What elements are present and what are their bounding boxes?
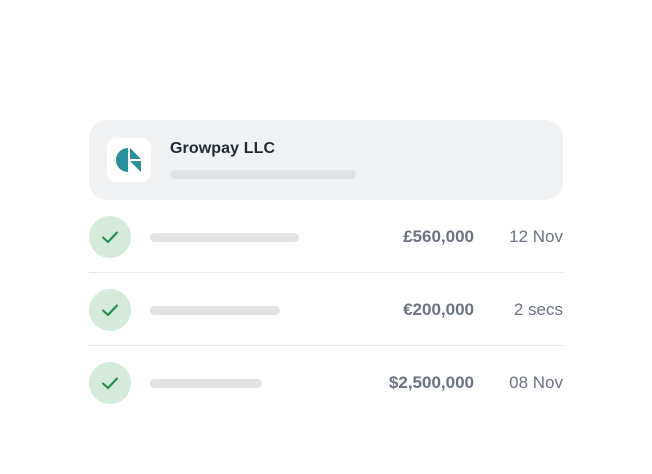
growpay-logo-icon bbox=[116, 148, 141, 172]
transaction-row[interactable]: $2,500,000 08 Nov bbox=[89, 346, 563, 419]
transaction-row[interactable]: €200,000 2 secs bbox=[89, 273, 563, 346]
transaction-description-placeholder bbox=[150, 379, 262, 388]
payments-widget: Growpay LLC £560,000 12 Nov €200,000 2 s… bbox=[0, 0, 652, 474]
success-status bbox=[89, 289, 131, 331]
check-icon bbox=[102, 304, 118, 316]
company-logo bbox=[107, 138, 151, 182]
success-status bbox=[89, 216, 131, 258]
transaction-description-placeholder bbox=[150, 233, 299, 242]
transaction-amount: £560,000 bbox=[403, 227, 474, 246]
check-icon bbox=[102, 377, 118, 389]
transaction-description-placeholder bbox=[150, 306, 280, 315]
transaction-time: 08 Nov bbox=[509, 373, 563, 392]
company-card[interactable]: Growpay LLC bbox=[89, 120, 563, 200]
transaction-time: 12 Nov bbox=[509, 227, 563, 246]
company-name: Growpay LLC bbox=[170, 140, 276, 157]
transaction-amount: €200,000 bbox=[403, 300, 474, 319]
company-detail-placeholder bbox=[170, 170, 356, 179]
transaction-list: £560,000 12 Nov €200,000 2 secs $2,500,0… bbox=[89, 200, 563, 419]
check-icon bbox=[102, 231, 118, 243]
success-status bbox=[89, 362, 131, 404]
transaction-time: 2 secs bbox=[513, 300, 563, 319]
transaction-row[interactable]: £560,000 12 Nov bbox=[89, 200, 563, 273]
transaction-amount: $2,500,000 bbox=[388, 373, 474, 392]
